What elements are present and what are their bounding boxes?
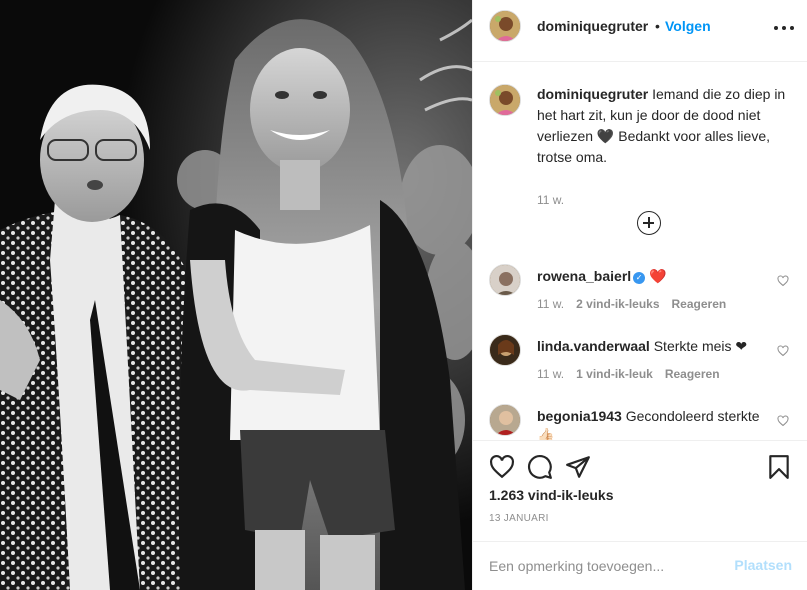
- comment-body: ❤️: [649, 268, 667, 284]
- avatar-image: [490, 11, 520, 41]
- comment-text: rowena_baierl ✓ ❤️: [537, 267, 769, 286]
- post-header: dominiquegruter • Volgen: [473, 0, 807, 62]
- heart-icon[interactable]: [777, 345, 789, 357]
- avatar[interactable]: [489, 264, 521, 296]
- reply-button[interactable]: Reageren: [665, 367, 720, 381]
- bookmark-icon[interactable]: [766, 454, 792, 480]
- post-date[interactable]: 13 JANUARI: [489, 513, 549, 524]
- post-actions: 1.263 vind-ik-leuks 13 JANUARI Plaatsen: [473, 440, 807, 588]
- heart-icon[interactable]: [777, 275, 789, 287]
- send-icon[interactable]: [565, 454, 591, 480]
- comment-username[interactable]: linda.vanderwaal: [537, 338, 650, 354]
- post-photo[interactable]: [0, 0, 472, 590]
- comment-likes[interactable]: 1 vind-ik-leuk: [576, 367, 653, 381]
- header-username[interactable]: dominiquegruter: [537, 18, 648, 34]
- caption-text: dominiquegruter Iemand die zo diep in he…: [537, 84, 799, 168]
- post-comment-button[interactable]: Plaatsen: [734, 557, 792, 573]
- avatar[interactable]: [489, 10, 521, 42]
- comment-body: Sterkte meis ❤: [653, 338, 748, 354]
- avatar-image: [490, 405, 520, 435]
- plus-circle-icon[interactable]: [637, 211, 661, 235]
- verified-badge-icon: ✓: [633, 272, 646, 284]
- photo-illustration: [0, 0, 472, 590]
- comment-text: linda.vanderwaal Sterkte meis ❤: [537, 337, 769, 356]
- dot: [790, 26, 794, 30]
- heart-icon[interactable]: [489, 454, 515, 480]
- comment-username[interactable]: rowena_baierl: [537, 268, 631, 284]
- avatar[interactable]: [489, 334, 521, 366]
- caption-username[interactable]: dominiquegruter: [537, 86, 648, 102]
- avatar-image: [490, 265, 520, 295]
- comment-username[interactable]: begonia1943: [537, 408, 622, 424]
- comment-meta: 11 w. 1 vind-ik-leuk Reageren: [537, 367, 720, 381]
- comment-time[interactable]: 11 w.: [537, 297, 564, 311]
- instagram-post: dominiquegruter • Volgen dominiquegruter…: [0, 0, 807, 590]
- heart-icon[interactable]: [777, 415, 789, 427]
- avatar-image: [490, 85, 520, 115]
- likes-count[interactable]: 1.263 vind-ik-leuks: [489, 487, 614, 503]
- avatar[interactable]: [489, 404, 521, 436]
- reply-button[interactable]: Reageren: [672, 297, 727, 311]
- post-panel: dominiquegruter • Volgen dominiquegruter…: [472, 0, 807, 590]
- comment-meta: 11 w. 2 vind-ik-leuks Reageren: [537, 297, 726, 311]
- caption-time[interactable]: 11 w.: [537, 193, 564, 207]
- comment-icon[interactable]: [527, 454, 553, 480]
- comment-input[interactable]: [489, 556, 709, 576]
- comment-time[interactable]: 11 w.: [537, 367, 564, 381]
- dot: [774, 26, 778, 30]
- more-horizontal-icon[interactable]: [774, 18, 794, 38]
- dot: [782, 26, 786, 30]
- comment-likes[interactable]: 2 vind-ik-leuks: [576, 297, 659, 311]
- comments-section[interactable]: dominiquegruter Iemand die zo diep in he…: [473, 62, 807, 440]
- avatar[interactable]: [489, 84, 521, 116]
- follow-button[interactable]: Volgen: [665, 18, 711, 34]
- comment-form: Plaatsen: [473, 541, 807, 590]
- comment-text: begonia1943 Gecondoleerd sterkte 👍🏻: [537, 407, 769, 440]
- avatar-image: [490, 335, 520, 365]
- header-separator: •: [655, 18, 660, 34]
